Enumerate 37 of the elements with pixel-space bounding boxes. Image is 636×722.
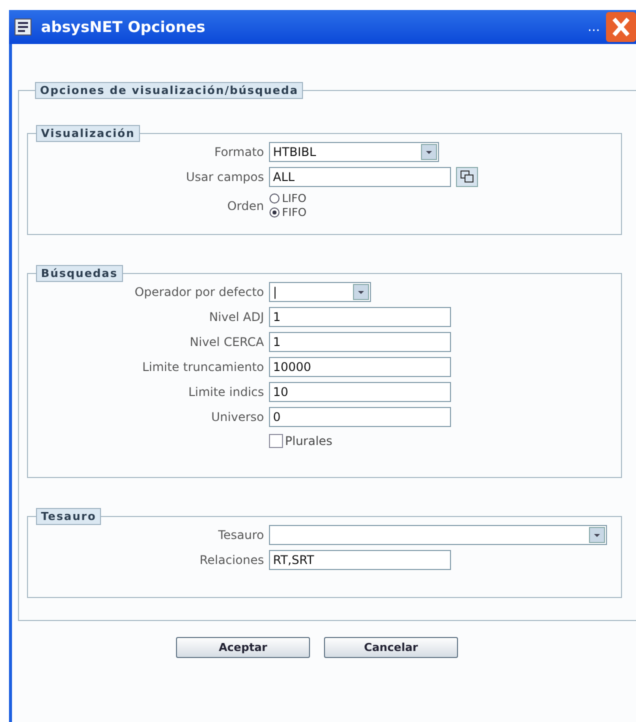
field-label: Universo <box>210 410 264 424</box>
dropdown-field[interactable] <box>269 525 607 545</box>
section-legend: Búsquedas <box>36 265 123 282</box>
field-label: Nivel ADJ <box>208 310 264 324</box>
close-icon[interactable] <box>606 12 636 42</box>
radio-button[interactable] <box>269 193 280 204</box>
panel-legend: Opciones de visualización/búsqueda <box>35 82 304 99</box>
section-legend: Tesauro <box>36 508 102 525</box>
section-legend: Visualización <box>36 125 140 142</box>
field-label: Formato <box>213 145 264 159</box>
text-field[interactable]: 1 <box>269 332 451 352</box>
field-label: Limite truncamiento <box>141 360 264 374</box>
radio-label: FIFO <box>282 206 307 219</box>
checkbox[interactable] <box>269 434 283 448</box>
text-field[interactable]: ALL <box>269 167 451 187</box>
dropdown-field[interactable]: HTBIBL <box>269 142 439 162</box>
text-field[interactable]: 10 <box>269 382 451 402</box>
title-ellipsis: ... <box>588 20 600 34</box>
field-label: Tesauro <box>217 528 264 542</box>
dialog-button[interactable]: Cancelar <box>324 637 458 658</box>
field-label: Relaciones <box>198 553 264 567</box>
radio-button[interactable] <box>269 207 280 218</box>
field-label: Limite indics <box>187 385 264 399</box>
field-label: Operador por defecto <box>134 285 264 299</box>
radio-label: LIFO <box>282 192 306 205</box>
field-label: Orden <box>226 198 264 212</box>
text-field[interactable]: 0 <box>269 407 451 427</box>
text-field[interactable]: 1 <box>269 307 451 327</box>
windows-icon[interactable] <box>456 167 478 187</box>
field-label: Usar campos <box>185 170 264 184</box>
text-field[interactable]: RT,SRT <box>269 550 451 570</box>
text-field[interactable]: 10000 <box>269 357 451 377</box>
field-label: Nivel CERCA <box>188 335 264 349</box>
window-title: absysNET Opciones <box>41 18 206 36</box>
dialog-button[interactable]: Aceptar <box>176 637 310 658</box>
dropdown-field[interactable]: | <box>269 282 371 302</box>
checkbox-label: Plurales <box>285 434 332 448</box>
